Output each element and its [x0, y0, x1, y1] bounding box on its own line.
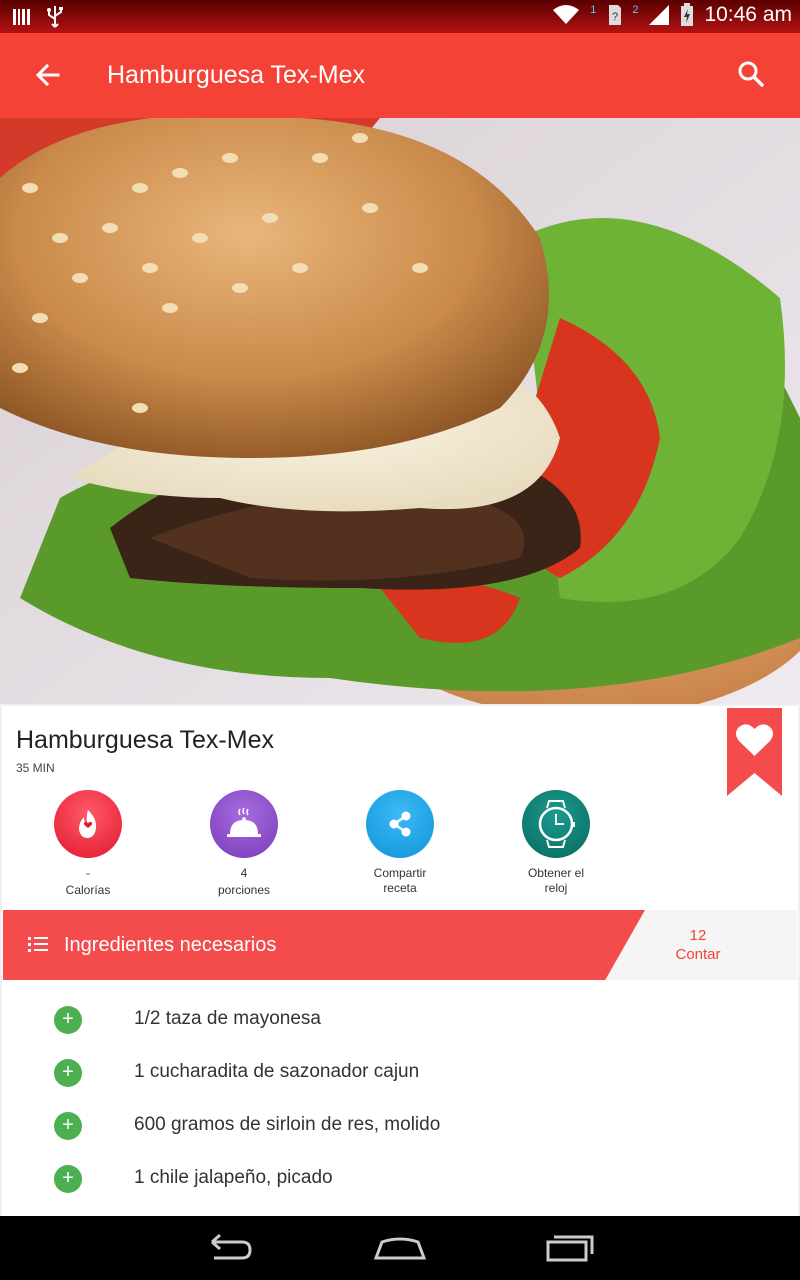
recipe-hero-image — [0, 118, 800, 704]
battery-charging-icon — [681, 3, 694, 26]
status-bar: 1 ? 2 10:46 am — [0, 0, 800, 33]
watch-label: reloj — [544, 881, 568, 895]
ingredients-title: Ingredientes necesarios — [64, 934, 277, 956]
ingredient-row: + 600 gramos de sirloin de res, molido — [2, 1112, 798, 1165]
share-circle — [366, 790, 434, 858]
calories-value: - — [86, 866, 90, 880]
usb-icon — [47, 6, 63, 28]
status-left — [12, 5, 64, 29]
ingredient-row: + 1 chile jalapeño, picado — [2, 1165, 798, 1218]
search-button[interactable] — [732, 55, 772, 95]
servings-action[interactable]: 4 porciones — [189, 790, 299, 898]
burger-illustration — [0, 118, 800, 704]
ingredients-banner: Ingredientes necesarios 12 Contar — [3, 910, 797, 980]
recipe-time: 35 MIN — [16, 761, 55, 775]
add-ingredient-button[interactable]: + — [54, 1112, 82, 1140]
search-icon — [738, 61, 764, 87]
toolbar-title: Hamburguesa Tex-Mex — [107, 61, 365, 89]
barcode-icon — [13, 9, 30, 25]
recipe-title: Hamburguesa Tex-Mex — [16, 726, 274, 754]
share-recipe-action[interactable]: Compartir receta — [345, 790, 455, 896]
share-icon — [389, 811, 411, 837]
sim2-badge: 2 — [632, 4, 639, 16]
favorite-bookmark-button[interactable] — [727, 708, 782, 796]
ingredients-count-label: Contar — [675, 946, 721, 963]
svg-text:?: ? — [612, 11, 618, 23]
status-time: 10:46 am — [704, 3, 792, 26]
nav-home-button[interactable] — [370, 1228, 430, 1268]
ingredients-count: 12 Contar — [643, 926, 753, 964]
serving-dish-icon — [227, 807, 261, 837]
ingredient-row: + 1 cucharadita de sazonador cajun — [2, 1059, 798, 1112]
status-right: 1 ? 2 10:46 am — [552, 3, 792, 27]
share-label: receta — [383, 881, 417, 895]
back-button[interactable] — [28, 55, 68, 95]
system-nav-bar — [0, 1216, 800, 1280]
flame-icon — [79, 810, 97, 838]
calories-action[interactable]: - Calorías — [33, 790, 143, 898]
ingredient-row: + 1/2 taza de mayonesa — [2, 1006, 798, 1059]
list-icon — [28, 937, 48, 952]
servings-circle — [210, 790, 278, 858]
watch-value: Obtener el — [527, 866, 585, 880]
ingredient-text: 1 chile jalapeño, picado — [134, 1167, 333, 1188]
servings-label: porciones — [217, 883, 271, 897]
app-toolbar: Hamburguesa Tex-Mex — [0, 33, 800, 118]
sim1-badge: 1 — [590, 4, 597, 16]
signal-icon — [649, 5, 670, 25]
watch-circle — [522, 790, 590, 858]
add-ingredient-button[interactable]: + — [54, 1006, 82, 1034]
calories-label: Calorías — [65, 883, 111, 897]
nav-back-button[interactable] — [200, 1228, 260, 1268]
ingredient-text: 600 gramos de sirloin de res, molido — [134, 1114, 441, 1135]
nav-recents-icon — [546, 1235, 594, 1262]
nav-home-icon — [373, 1237, 427, 1260]
ingredient-text: 1/2 taza de mayonesa — [134, 1008, 321, 1029]
sim-unknown-icon: ? — [609, 5, 622, 25]
watch-icon — [538, 800, 575, 848]
servings-value: 4 — [240, 866, 248, 880]
ingredients-count-value: 12 — [689, 927, 707, 944]
add-ingredient-button[interactable]: + — [54, 1165, 82, 1193]
nav-back-icon — [211, 1233, 252, 1260]
watch-action[interactable]: Obtener el reloj — [501, 790, 611, 896]
calories-circle — [54, 790, 122, 858]
wifi-icon — [553, 5, 580, 24]
ingredient-text: 1 cucharadita de sazonador cajun — [134, 1061, 420, 1082]
recipe-card: Hamburguesa Tex-Mex 35 MIN - Calorías 4 — [2, 706, 798, 1216]
nav-recents-button[interactable] — [540, 1228, 600, 1268]
arrow-back-icon — [35, 63, 60, 87]
share-value: Compartir — [373, 866, 427, 880]
add-ingredient-button[interactable]: + — [54, 1059, 82, 1087]
